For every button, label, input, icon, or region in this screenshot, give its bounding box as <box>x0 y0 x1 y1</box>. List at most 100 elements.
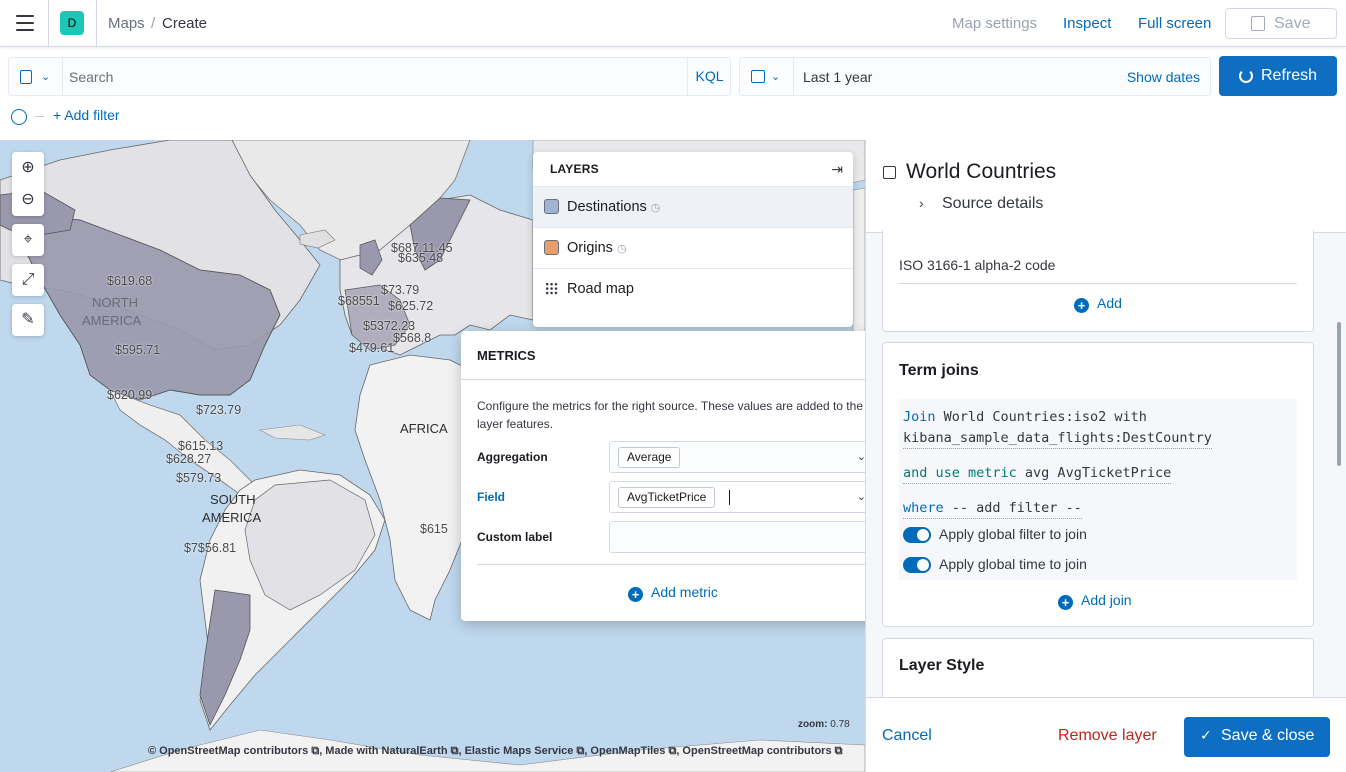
zoom-value: 0.78 <box>830 719 850 730</box>
panel-title: World Countries <box>906 160 1057 183</box>
field-value: AvgTicketPrice <box>618 487 716 508</box>
metric-line[interactable]: and use metric avg AvgTicketPrice <box>903 465 1172 484</box>
aggregation-label: Aggregation <box>477 450 548 464</box>
collapse-panel-icon[interactable]: ⇥ <box>831 161 843 178</box>
price-label: $68551 <box>338 294 380 308</box>
layer-swatch <box>544 199 559 214</box>
map-attribution[interactable]: © OpenStreetMap contributors ⧉, Made wit… <box>148 745 842 758</box>
source-details-toggle[interactable]: Source details <box>942 195 1043 213</box>
menu-icon[interactable] <box>16 15 34 31</box>
fullscreen-control: ⤢ <box>12 264 44 296</box>
term-joins-title: Term joins <box>899 362 979 379</box>
chevron-down-icon: ⌄ <box>771 71 781 83</box>
saved-query-icon <box>20 70 32 84</box>
plus-circle-icon: + <box>1074 298 1089 313</box>
zoom-controls: ⊕ ⊖ <box>12 152 44 216</box>
join-right-source[interactable]: kibana_sample_data_flights:DestCountry <box>903 430 1212 449</box>
global-filter-toggle[interactable] <box>903 527 931 543</box>
join-right-source-value: kibana_sample_data_flights:DestCountry <box>903 430 1212 449</box>
divider <box>899 283 1297 284</box>
zoom-readout: zoom: 0.78 <box>798 719 850 730</box>
layer-name-wrapper: Destinations ◷ <box>567 199 660 215</box>
panel-header: World Countries › Source details <box>866 140 1346 233</box>
wrench-icon[interactable]: ✎ <box>12 304 44 336</box>
price-label: $723.79 <box>196 403 242 417</box>
save-button[interactable]: Save <box>1225 8 1337 39</box>
expand-icon[interactable]: ⤢ <box>12 264 44 296</box>
where-value: -- add filter -- <box>943 500 1082 516</box>
chevron-right-icon[interactable]: › <box>919 195 924 211</box>
remove-layer-button[interactable]: Remove layer <box>1058 727 1157 745</box>
price-label: $7$56.81 <box>184 541 237 555</box>
kql-toggle[interactable]: KQL <box>687 58 731 95</box>
header-divider <box>48 0 49 47</box>
join-key-card: ISO 3166-1 alpha-2 code + Add <box>882 230 1314 332</box>
where-keyword: where <box>903 500 944 516</box>
panel-footer: Cancel Remove layer ✓ Save & close <box>866 697 1346 772</box>
price-label: $595.71 <box>115 343 161 357</box>
space-avatar[interactable]: D <box>60 11 84 35</box>
price-label: $619.68 <box>107 274 153 288</box>
text-cursor <box>729 490 730 505</box>
zoom-out-icon[interactable]: ⊖ <box>12 184 44 216</box>
price-label: $615 <box>420 522 448 536</box>
price-label: $628.27 <box>166 452 212 466</box>
save-close-button[interactable]: ✓ Save & close <box>1184 717 1330 757</box>
add-metric-button[interactable]: + Add metric <box>628 584 718 602</box>
price-label: $568.8 <box>393 331 432 345</box>
layer-item-road-map[interactable]: Road map <box>533 268 853 309</box>
region-label: AFRICA <box>400 421 448 436</box>
global-time-toggle[interactable] <box>903 557 931 573</box>
full-screen-link[interactable]: Full screen <box>1138 15 1211 32</box>
refresh-button[interactable]: Refresh <box>1219 56 1337 96</box>
layer-name-wrapper: Origins ◷ <box>567 240 627 256</box>
custom-label-label: Custom label <box>477 530 553 544</box>
check-icon: ✓ <box>1200 727 1212 743</box>
add-label: Add <box>1097 295 1122 311</box>
aggregation-select[interactable]: Average ⌄ <box>609 441 877 473</box>
map-settings-link[interactable]: Map settings <box>952 15 1037 32</box>
quick-menu-button[interactable]: ⌄ <box>740 58 794 95</box>
add-filter-link[interactable]: + Add filter <box>53 107 120 123</box>
chevron-down-icon: ⌄ <box>41 71 51 83</box>
layers-title: LAYERS <box>550 162 599 176</box>
header-divider <box>96 0 97 47</box>
layer-name: Origins <box>567 240 613 256</box>
panel-scrollbar[interactable] <box>1337 322 1341 466</box>
breadcrumb-create: Create <box>162 15 208 32</box>
inspect-link[interactable]: Inspect <box>1063 15 1111 32</box>
layer-control: LAYERS ⇥ Destinations ◷ Origins ◷ Road map <box>533 152 853 327</box>
join-line[interactable]: Join World Countries:iso2 with <box>903 409 1147 425</box>
layer-item-origins[interactable]: Origins ◷ <box>533 227 853 268</box>
add-join-button[interactable]: + Add join <box>1058 592 1132 610</box>
refresh-label: Refresh <box>1261 67 1318 84</box>
price-label: $625.72 <box>388 299 434 313</box>
search-input[interactable] <box>69 64 679 89</box>
clock-icon: ◷ <box>616 243 627 255</box>
saved-query-button[interactable]: ⌄ <box>9 58 63 95</box>
filter-icon[interactable] <box>11 109 27 125</box>
zoom-in-icon[interactable]: ⊕ <box>12 152 44 184</box>
global-filter-label: Apply global filter to join <box>939 526 1087 542</box>
aggregation-value: Average <box>618 447 681 468</box>
plus-circle-icon: + <box>1058 595 1073 610</box>
add-button[interactable]: + Add <box>1074 295 1122 313</box>
custom-label-input[interactable] <box>609 521 877 553</box>
term-joins-card: Term joins Join World Countries:iso2 wit… <box>882 342 1314 627</box>
fit-bounds-icon[interactable]: ⌖ <box>12 224 44 256</box>
vector-layer-icon <box>883 166 896 179</box>
join-expression: Join World Countries:iso2 with kibana_sa… <box>899 399 1297 580</box>
metric-keyword: and use metric <box>903 465 1017 481</box>
breadcrumb-maps[interactable]: Maps <box>108 15 145 32</box>
layer-item-destinations[interactable]: Destinations ◷ <box>533 186 853 227</box>
calendar-icon <box>751 70 765 83</box>
grid-icon <box>545 282 558 295</box>
time-range[interactable]: Last 1 year <box>803 69 872 85</box>
field-select[interactable]: AvgTicketPrice ⌄ <box>609 481 877 513</box>
show-dates-link[interactable]: Show dates <box>1127 69 1200 85</box>
region-label: SOUTH <box>210 492 256 507</box>
region-label: NORTH <box>92 295 138 310</box>
where-line[interactable]: where -- add filter -- <box>903 500 1082 519</box>
cancel-button[interactable]: Cancel <box>882 727 932 745</box>
layer-swatch <box>544 240 559 255</box>
